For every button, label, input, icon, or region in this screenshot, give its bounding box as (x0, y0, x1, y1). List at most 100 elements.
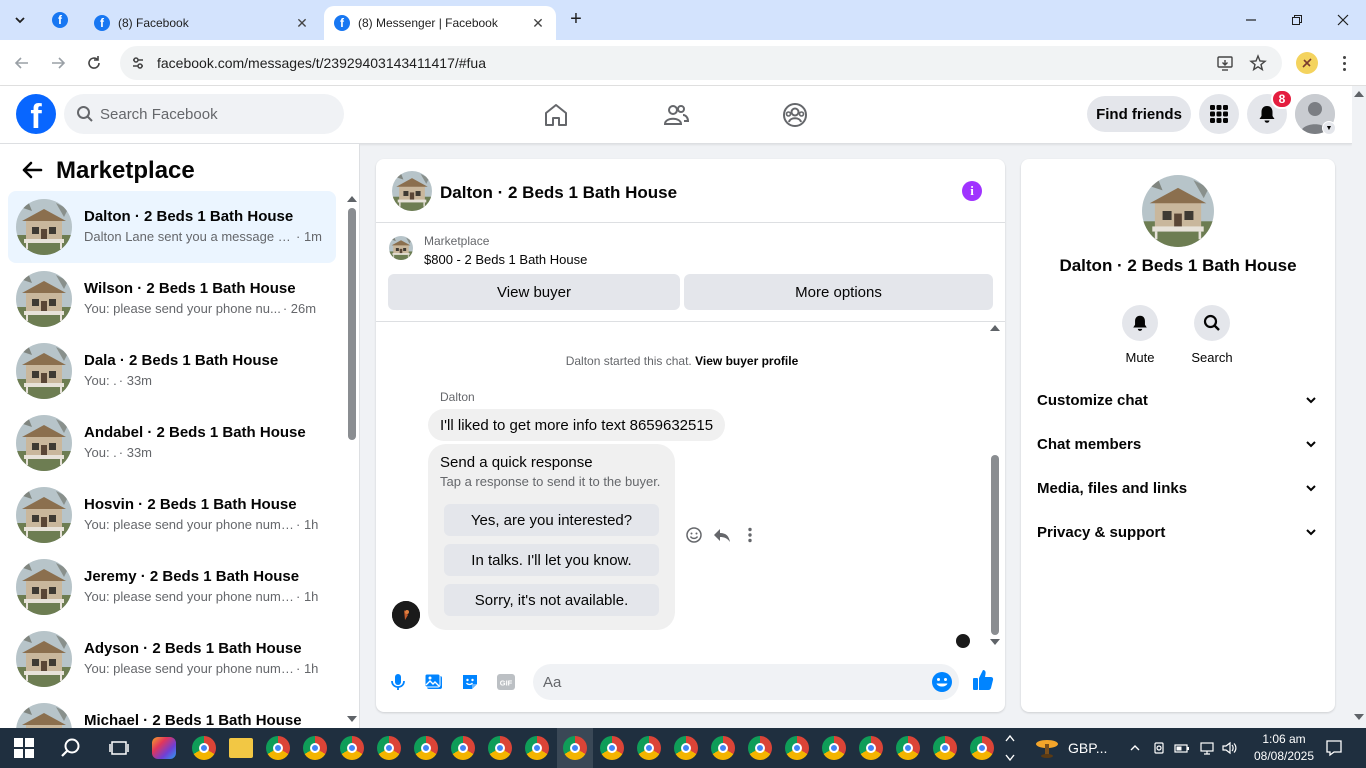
conversation-item-wilson[interactable]: Wilson · 2 Beds 1 Bath House You: please… (8, 263, 336, 335)
scroll-down-arrow-icon[interactable] (1354, 714, 1364, 720)
scrollbar-thumb[interactable] (348, 208, 356, 440)
taskbar-chrome-icon[interactable] (414, 736, 438, 760)
tab-search-button[interactable] (6, 6, 34, 34)
network-camera-icon[interactable] (1151, 740, 1167, 756)
taskbar-chrome-icon[interactable] (822, 736, 846, 760)
taskbar-chrome-icon[interactable] (970, 736, 994, 760)
windows-start-icon[interactable] (14, 738, 34, 758)
clock-date[interactable]: 08/08/2025 (1252, 749, 1316, 763)
scroll-up-arrow-icon[interactable] (1354, 91, 1364, 97)
find-friends-button[interactable]: Find friends (1087, 96, 1191, 132)
mute-action[interactable]: Mute (1110, 305, 1170, 365)
account-caret-icon[interactable]: ▼ (1322, 121, 1336, 135)
quick-response-yes[interactable]: Yes, are you interested? (444, 504, 659, 536)
taskbar-chrome-icon[interactable] (600, 736, 624, 760)
back-arrow-icon[interactable] (20, 158, 44, 182)
chat-profile-image[interactable] (1142, 175, 1214, 247)
conversation-item-michael[interactable]: Michael · 2 Beds 1 Bath House (8, 695, 336, 728)
restore-button[interactable] (1282, 8, 1312, 32)
battery-icon[interactable] (1174, 740, 1190, 756)
facebook-search[interactable]: Search Facebook (64, 94, 344, 134)
taskbar-chrome-icon[interactable] (451, 736, 475, 760)
taskbar-chrome-icon[interactable] (637, 736, 661, 760)
taskbar-scroll-arrows[interactable] (1004, 732, 1016, 764)
wifi-network-icon[interactable] (1199, 740, 1215, 756)
facebook-logo-icon[interactable]: f (16, 94, 56, 134)
message-bubble[interactable]: I'll liked to get more info text 8659632… (428, 409, 726, 441)
conversation-item-hosvin[interactable]: Hosvin · 2 Beds 1 Bath House You: please… (8, 479, 336, 551)
emoji-icon[interactable] (931, 671, 953, 693)
menu-button[interactable] (1199, 94, 1239, 134)
taskbar-chrome-icon[interactable] (377, 736, 401, 760)
quick-response-not-available[interactable]: Sorry, it's not available. (444, 584, 659, 616)
task-view-icon[interactable] (109, 738, 129, 763)
volume-icon[interactable] (1221, 740, 1237, 756)
conversation-item-andabel[interactable]: Andabel · 2 Beds 1 Bath House You: . · 33… (8, 407, 336, 479)
install-app-icon[interactable] (1215, 53, 1235, 73)
groups-nav[interactable] (780, 100, 810, 130)
currency-widget-icon[interactable] (1034, 736, 1060, 760)
attach-media-button[interactable] (422, 670, 446, 694)
scroll-down-arrow-icon[interactable] (990, 639, 1000, 645)
view-buyer-profile-link[interactable]: View buyer profile (695, 354, 798, 368)
taskbar-chrome-icon[interactable] (711, 736, 735, 760)
close-tab-icon[interactable]: ✕ (294, 15, 310, 32)
forward-button[interactable] (45, 50, 71, 76)
address-bar[interactable]: facebook.com/messages/t/2392940314341141… (120, 46, 1282, 80)
message-input[interactable] (543, 664, 923, 700)
search-action[interactable]: Search (1182, 305, 1242, 365)
new-tab-button[interactable]: + (564, 8, 588, 32)
privacy-support-section[interactable]: Privacy & support (1029, 512, 1327, 552)
copilot-icon[interactable] (152, 737, 176, 759)
listing-title[interactable]: $800 - 2 Beds 1 Bath House (424, 252, 587, 267)
scroll-down-arrow-icon[interactable] (347, 716, 357, 722)
close-window-button[interactable] (1328, 8, 1358, 32)
chat-avatar[interactable] (392, 171, 432, 211)
page-scrollbar[interactable] (1352, 86, 1366, 728)
scrollbar-thumb[interactable] (991, 455, 999, 635)
taskbar-chrome-icon[interactable] (340, 736, 364, 760)
taskbar-search-icon[interactable] (60, 737, 82, 764)
friends-nav[interactable] (661, 100, 691, 130)
info-icon[interactable]: i (962, 181, 982, 201)
voice-clip-button[interactable] (386, 670, 410, 694)
media-files-links-section[interactable]: Media, files and links (1029, 468, 1327, 508)
close-tab-icon[interactable]: ✕ (530, 15, 546, 32)
sidebar-scrollbar[interactable] (345, 194, 359, 724)
chat-members-section[interactable]: Chat members (1029, 424, 1327, 464)
taskbar-chrome-icon[interactable] (525, 736, 549, 760)
chat-scrollbar[interactable] (988, 323, 1002, 648)
react-icon[interactable] (684, 525, 704, 545)
pinned-tab-facebook[interactable]: f (44, 6, 76, 34)
site-info-icon[interactable] (128, 53, 148, 73)
sticker-button[interactable] (458, 670, 482, 694)
tab-messenger[interactable]: f (8) Messenger | Facebook ✕ (324, 6, 556, 40)
taskbar-chrome-icon[interactable] (674, 736, 698, 760)
reply-icon[interactable] (712, 525, 732, 545)
sender-avatar[interactable] (392, 601, 420, 629)
taskbar-chrome-icon[interactable] (785, 736, 809, 760)
taskbar-chrome-icon[interactable] (266, 736, 290, 760)
chat-title[interactable]: Dalton · 2 Beds 1 Bath House (440, 183, 677, 203)
taskbar-chrome-icon[interactable] (303, 736, 327, 760)
more-options-button[interactable]: More options (684, 274, 993, 310)
scroll-up-arrow-icon[interactable] (347, 196, 357, 202)
file-explorer-icon[interactable] (229, 738, 253, 758)
tab-facebook[interactable]: f (8) Facebook ✕ (84, 6, 320, 40)
extension-icon[interactable] (1296, 52, 1318, 74)
taskbar-chrome-icon-active[interactable] (563, 736, 587, 760)
scroll-up-arrow-icon[interactable] (990, 325, 1000, 331)
taskbar-chrome-icon[interactable] (933, 736, 957, 760)
gif-button[interactable]: GIF (494, 670, 518, 694)
back-button[interactable] (9, 50, 35, 76)
taskbar-chrome-icon[interactable] (859, 736, 883, 760)
conversation-item-dala[interactable]: Dala · 2 Beds 1 Bath House You: . · 33m (8, 335, 336, 407)
quick-response-in-talks[interactable]: In talks. I'll let you know. (444, 544, 659, 576)
like-button[interactable] (971, 668, 995, 692)
taskbar-chrome-icon[interactable] (488, 736, 512, 760)
taskbar-chrome-icon[interactable] (192, 736, 216, 760)
bookmark-star-icon[interactable] (1248, 53, 1268, 73)
conversation-item-jeremy[interactable]: Jeremy · 2 Beds 1 Bath House You: please… (8, 551, 336, 623)
taskbar-chrome-icon[interactable] (896, 736, 920, 760)
more-actions-icon[interactable] (740, 525, 760, 545)
